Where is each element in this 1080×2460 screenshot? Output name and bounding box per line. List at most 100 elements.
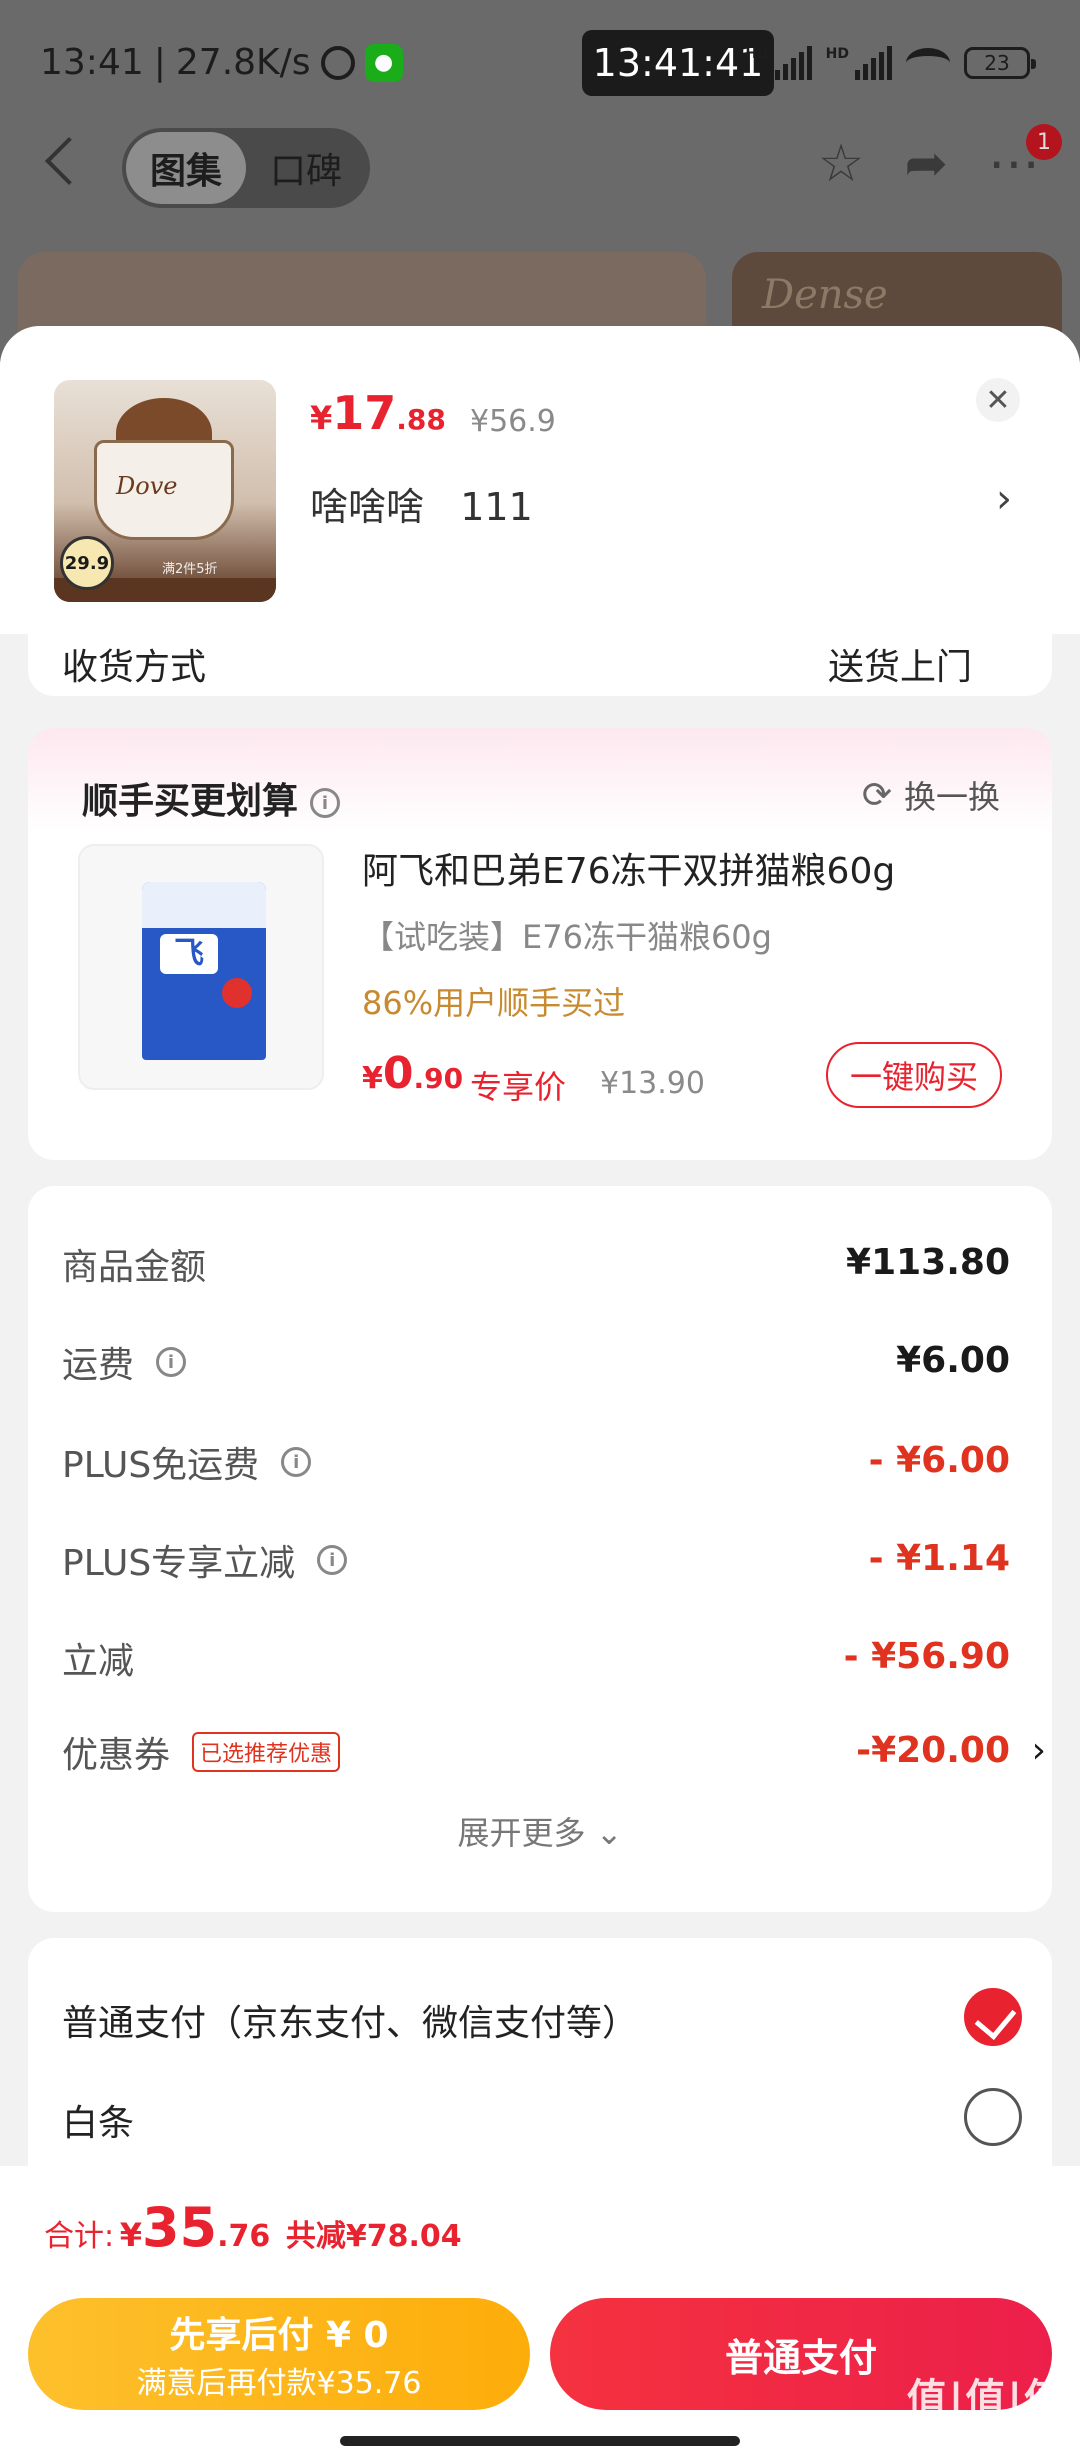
alarm-icon xyxy=(320,45,355,80)
nav-actions: ☆ ➦ ⋯ 1 xyxy=(818,124,1062,194)
recommend-social-proof: 86%用户顺手买过 xyxy=(362,984,626,1022)
total-integer: 35 xyxy=(141,2196,218,2259)
thumbnail-promo: 满2件5折 xyxy=(162,562,218,577)
price-decimal: .88 xyxy=(396,403,446,436)
payment-method-card: 普通支付（京东支付、微信支付等） 白条 xyxy=(28,1938,1052,2166)
summary-label: 运费 xyxy=(62,1345,135,1386)
bag-logo: 飞 xyxy=(160,934,218,974)
battery-icon: 23 xyxy=(964,47,1036,79)
recommend-price: ¥0.90 xyxy=(362,1048,463,1099)
order-total: 合计: ¥35.76 共减¥78.04 xyxy=(44,2196,462,2259)
summary-label: PLUS专享立减 xyxy=(62,1543,296,1584)
more-button[interactable]: ⋯ 1 xyxy=(988,124,1062,194)
payment-option-baitiao[interactable]: 白条 xyxy=(62,2088,1022,2148)
expand-more-label: 展开更多 xyxy=(457,1814,586,1852)
checkout-bottom-bar: 合计: ¥35.76 共减¥78.04 先享后付 ¥ 0 满意后再付款¥35.7… xyxy=(0,2166,1080,2460)
status-bar: 13:41 | 27.8K/s ● 13:41:41 HD HD 23 xyxy=(0,30,1080,100)
recommend-thumbnail[interactable]: 飞 xyxy=(78,844,324,1090)
refresh-icon: ⟳ xyxy=(861,774,892,816)
recommend-title: 顺手买更划算 i xyxy=(82,772,341,824)
watermark: 值|值|值 zhizhizhi.com xyxy=(907,2366,1066,2443)
home-indicator[interactable] xyxy=(340,2436,740,2446)
product-header: Dove 29.9 满2件5折 ¥17.88 ¥56.9 ✕ 啥啥啥 111 › xyxy=(0,326,1080,634)
summary-row-coupon[interactable]: 优惠券 已选推荐优惠 -¥20.00 › xyxy=(62,1726,1046,1786)
rec-price-symbol: ¥ xyxy=(362,1061,383,1096)
total-decimal: .76 xyxy=(217,2219,271,2254)
recommend-title-text: 顺手买更划算 xyxy=(82,781,299,822)
summary-value: ¥113.80 xyxy=(846,1242,1010,1283)
info-icon[interactable]: i xyxy=(317,1545,348,1575)
summary-label: 商品金额 xyxy=(62,1247,207,1288)
summary-value: - ¥56.90 xyxy=(843,1636,1010,1677)
summary-label: 立减 xyxy=(62,1641,135,1682)
status-left: 13:41 | 27.8K/s ● xyxy=(40,42,403,83)
product-price: ¥17.88 xyxy=(310,386,446,440)
product-nav-bar: 图集 口碑 ☆ ➦ ⋯ 1 xyxy=(0,124,1080,208)
payment-option-label: 白条 xyxy=(62,2103,135,2144)
wifi-icon xyxy=(906,48,950,78)
total-symbol: ¥ xyxy=(119,2216,142,2254)
share-icon[interactable]: ➦ xyxy=(904,134,948,194)
price-integer: 17 xyxy=(332,386,397,440)
radio-unchecked-icon[interactable] xyxy=(964,2088,1022,2146)
back-icon[interactable] xyxy=(44,136,94,186)
checkout-sheet: 收货方式 送货上门 Dove 29.9 满2件5折 ¥17.88 ¥56.9 ✕… xyxy=(0,326,1080,2166)
summary-row-instant-discount: 立减 - ¥56.90 xyxy=(62,1632,1010,1692)
tab-reviews[interactable]: 口碑 xyxy=(246,132,366,204)
hd-label-2: HD xyxy=(825,46,849,62)
radio-checked-icon[interactable] xyxy=(964,1988,1022,2046)
coupon-value: -¥20.00 xyxy=(856,1730,1010,1771)
status-net-speed: 27.8K/s xyxy=(175,42,311,83)
signal-icon-2 xyxy=(855,46,892,80)
summary-label-wrap: 优惠券 已选推荐优惠 xyxy=(62,1726,341,1778)
summary-label-wrap: 运费 i xyxy=(62,1336,187,1388)
bag-badge xyxy=(222,978,252,1008)
payment-option-normal[interactable]: 普通支付（京东支付、微信支付等） xyxy=(62,1988,1022,2048)
one-click-buy-button[interactable]: 一键购买 xyxy=(826,1042,1002,1108)
swap-button[interactable]: ⟳ 换一换 xyxy=(862,772,1000,818)
exclusive-price-label: 专享价 xyxy=(470,1068,567,1106)
summary-value: - ¥1.14 xyxy=(868,1538,1010,1579)
info-icon[interactable]: i xyxy=(156,1347,187,1377)
total-saved: 共减¥78.04 xyxy=(285,2219,462,2254)
price-summary-card: 商品金额 ¥113.80 运费 i ¥6.00 PLUS免运费 i - ¥6.00 … xyxy=(28,1186,1052,1912)
pay-later-button[interactable]: 先享后付 ¥ 0 满意后再付款¥35.76 xyxy=(28,2298,530,2410)
recommend-item-subtitle: 【试吃装】E76冻干猫粮60g xyxy=(362,918,772,956)
chevron-right-icon[interactable]: › xyxy=(996,476,1012,522)
cat-food-bag: 飞 xyxy=(142,882,266,1060)
recommend-item-name[interactable]: 阿飞和巴弟E76冻干双拼猫粮60g xyxy=(362,842,895,894)
chevron-right-icon[interactable]: › xyxy=(1032,1730,1046,1771)
pay-later-subtitle: 满意后再付款¥35.76 xyxy=(136,2366,422,2401)
recommend-card: 顺手买更划算 i ⟳ 换一换 飞 阿飞和巴弟E76冻干双拼猫粮60g 【试吃装】E… xyxy=(28,728,1052,1160)
shipping-label: 收货方式 xyxy=(62,647,207,688)
chevron-down-icon: ⌄ xyxy=(595,1814,623,1852)
payment-option-label: 普通支付（京东支付、微信支付等） xyxy=(62,2003,639,2044)
summary-row-plus-discount: PLUS专享立减 i - ¥1.14 xyxy=(62,1534,1010,1594)
product-brand-mark: Dove xyxy=(116,472,178,500)
tab-gallery[interactable]: 图集 xyxy=(126,132,246,204)
close-icon: ✕ xyxy=(985,382,1011,418)
bag-top xyxy=(142,882,266,928)
expand-more-button[interactable]: 展开更多 ⌄ xyxy=(28,1808,1052,1854)
watermark-logo: 值|值|值 xyxy=(906,2376,1066,2422)
rec-price-integer: 0 xyxy=(382,1048,414,1099)
close-button[interactable]: ✕ xyxy=(976,378,1020,422)
status-time: 13:41 xyxy=(40,42,144,83)
coupon-label: 优惠券 xyxy=(62,1735,171,1776)
summary-row-plus-free-shipping: PLUS免运费 i - ¥6.00 xyxy=(62,1436,1010,1496)
product-thumbnail: Dove 29.9 满2件5折 xyxy=(54,380,276,602)
variant-selector[interactable]: 啥啥啥 111 xyxy=(310,476,533,531)
info-icon[interactable]: i xyxy=(281,1447,312,1477)
signal-icon xyxy=(774,46,812,80)
wechat-icon: ● xyxy=(364,43,403,82)
info-icon[interactable]: i xyxy=(310,788,341,818)
thumbnail-price-tag: 29.9 xyxy=(60,536,114,590)
summary-row-shipping: 运费 i ¥6.00 xyxy=(62,1336,1010,1396)
pay-later-title: 先享后付 ¥ 0 xyxy=(169,2315,389,2356)
recommend-original-price: ¥13.90 xyxy=(600,1066,705,1101)
star-icon[interactable]: ☆ xyxy=(818,134,865,194)
total-label: 合计: xyxy=(44,2219,115,2254)
summary-label-wrap: PLUS免运费 i xyxy=(62,1436,312,1488)
summary-label: PLUS免运费 xyxy=(62,1445,260,1486)
gallery-tabs: 图集 口碑 xyxy=(122,128,370,208)
